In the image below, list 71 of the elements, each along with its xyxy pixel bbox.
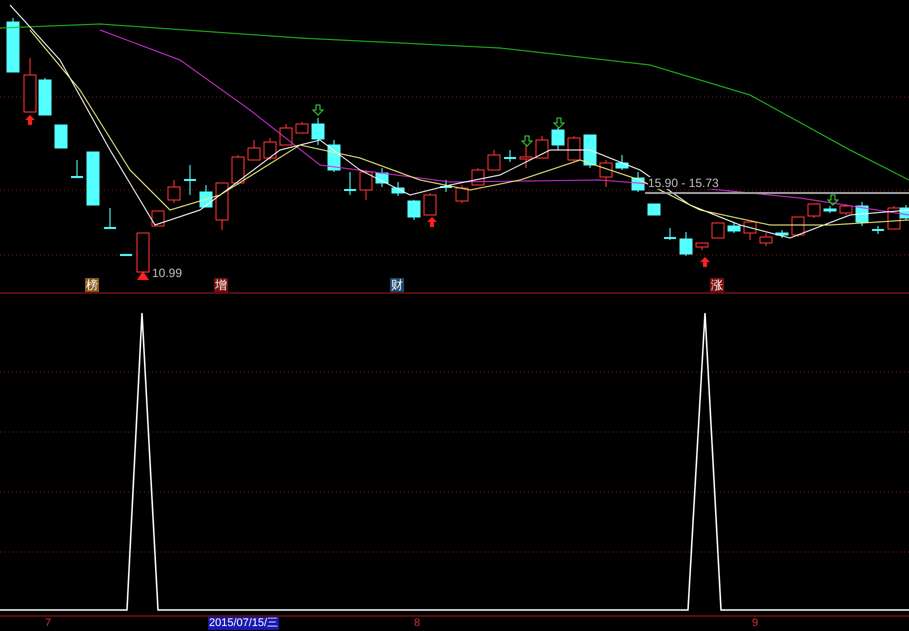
doji-candle [71,160,83,178]
rising-candle [152,210,164,226]
rising-candle [792,216,804,238]
rising-candle [840,204,852,216]
doji-candle [344,172,356,196]
rising-candle [424,192,436,216]
falling-candle [728,222,740,234]
rising-candle [536,136,548,158]
doji-candle [184,164,196,196]
rising-candle [248,140,260,160]
up-arrow-icon [427,217,437,227]
signal-tag: 榜 [85,278,99,292]
rising-candle [360,170,372,200]
rising-candle [568,136,580,162]
rising-candle [696,242,708,250]
signal-tag: 涨 [710,278,724,292]
falling-candle [856,202,868,226]
rising-candle [488,150,500,170]
date-label: 8 [414,617,420,630]
rising-candle [232,154,244,186]
down-arrow-icon [826,194,840,206]
down-arrow-icon [552,118,566,129]
falling-candle [408,200,420,220]
falling-candle [584,134,596,168]
falling-candle [376,168,388,188]
date-label: 7 [45,617,52,630]
rising-candle [264,138,276,160]
doji-candle [664,228,676,240]
doji-candle [104,208,116,229]
falling-candle [312,118,324,146]
rising-candle [24,58,36,112]
signal-tag: 财 [390,278,404,292]
falling-candle [632,172,644,192]
rising-candle [136,232,150,272]
signal-tag: 增 [214,278,228,292]
doji-candle [440,180,452,192]
falling-candle [648,204,660,216]
rising-candle [280,124,292,146]
down-arrow-icon [520,136,534,147]
doji-candle [872,226,884,234]
rising-candle [808,204,820,218]
down-arrow-icon [312,104,324,116]
falling-candle [54,124,68,148]
falling-candle [900,204,909,220]
rising-candle [520,144,532,168]
falling-candle [6,18,20,72]
date-label: 9 [752,617,758,630]
doji-candle [504,150,516,162]
falling-candle [38,78,52,116]
up-arrow-icon [700,257,710,267]
rising-candle [712,222,724,238]
falling-candle [200,184,212,208]
triangle-marker-icon [137,271,149,280]
rising-candle [760,232,772,246]
rising-candle [744,222,756,240]
falling-candle [824,206,836,214]
up-arrow-icon [25,115,35,125]
rising-candle [600,160,612,188]
date-label: 2015/07/15/三 [208,617,280,630]
price-range-label: 15.90 - 15.73 [648,177,719,189]
rising-candle [296,122,308,134]
falling-candle [776,230,788,238]
falling-candle [616,154,628,170]
falling-candle [86,152,100,206]
rising-candle [216,182,228,230]
falling-candle [392,182,404,196]
falling-candle [552,128,564,150]
falling-candle [680,232,692,256]
rising-candle [168,180,180,204]
price-label: 10.99 [152,267,182,279]
rising-candle [456,184,468,204]
